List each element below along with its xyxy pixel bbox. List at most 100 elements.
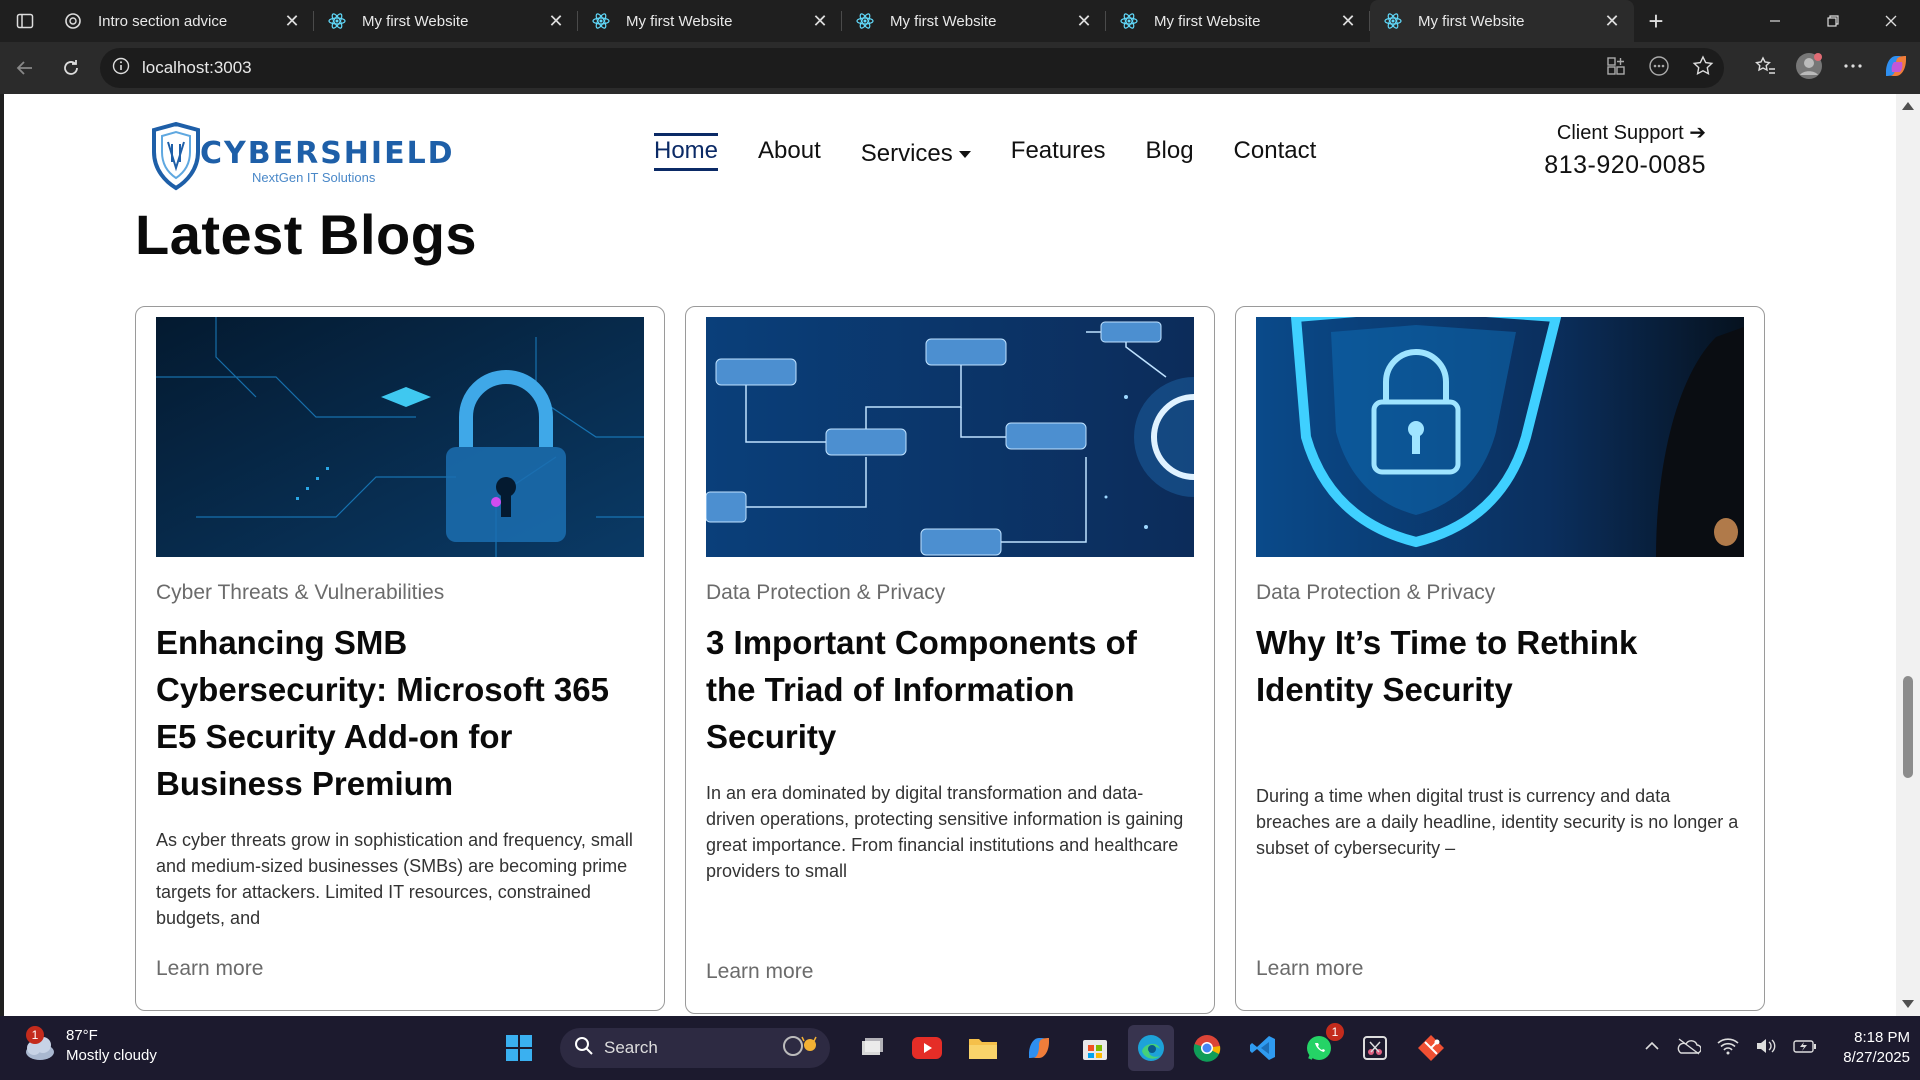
learn-more-link[interactable]: Learn more [156, 957, 263, 981]
youtube-icon[interactable] [904, 1025, 950, 1071]
blog-title[interactable]: Enhancing SMB Cybersecurity: Microsoft 3… [156, 619, 636, 807]
wifi-icon[interactable] [1717, 1037, 1739, 1060]
blog-excerpt: As cyber threats grow in sophistication … [156, 830, 633, 928]
nav-features[interactable]: Features [1011, 137, 1106, 165]
blog-card[interactable]: Data Protection & Privacy Why It’s Time … [1235, 306, 1765, 1011]
reading-view-icon[interactable] [1648, 55, 1670, 82]
learn-more-link[interactable]: Learn more [1256, 957, 1363, 981]
tab-title: My first Website [362, 12, 469, 30]
restore-icon[interactable] [1804, 0, 1862, 42]
nav-contact[interactable]: Contact [1234, 137, 1317, 165]
whatsapp-icon[interactable]: 1 [1296, 1023, 1344, 1071]
react-icon [1120, 12, 1138, 30]
minimize-icon[interactable] [1746, 0, 1804, 42]
more-options-icon[interactable] [1842, 55, 1864, 82]
blog-category: Data Protection & Privacy [706, 581, 946, 604]
back-icon[interactable] [2, 45, 48, 91]
blog-category: Cyber Threats & Vulnerabilities [156, 581, 445, 604]
onedrive-icon[interactable] [1677, 1037, 1702, 1060]
favorites-icon[interactable] [1754, 55, 1776, 82]
nav-home[interactable]: Home [654, 133, 719, 171]
arrow-right-icon: ➔ [1689, 122, 1706, 144]
support-label: Client Support [1556, 122, 1684, 144]
favorite-star-icon[interactable] [1692, 54, 1714, 82]
site-info-icon[interactable] [112, 57, 130, 80]
caret-down-icon [958, 151, 971, 159]
blog-title[interactable]: 3 Important Components of the Triad of I… [706, 619, 1186, 760]
weather-temp: 87°F [66, 1027, 98, 1044]
window-close-icon[interactable] [1862, 0, 1920, 42]
clock-time: 8:18 PM [1854, 1029, 1910, 1046]
address-bar[interactable]: localhost:3003 [100, 48, 1724, 88]
blog-card[interactable]: Data Protection & Privacy 3 Important Co… [685, 306, 1215, 1014]
browser-tab[interactable]: My first Website ✕ [578, 0, 842, 42]
browser-tab[interactable]: My first Website ✕ [1106, 0, 1370, 42]
file-explorer-icon[interactable] [960, 1025, 1006, 1071]
close-icon[interactable]: ✕ [1602, 11, 1622, 31]
react-icon [856, 12, 874, 30]
browser-tab-bar: Intro section advice ✕ My first Website … [0, 0, 1920, 42]
logo-wordmark: CYBERSHIELD [200, 136, 455, 171]
copilot-app-icon[interactable] [1016, 1025, 1062, 1071]
battery-icon[interactable] [1793, 1037, 1817, 1060]
close-icon[interactable]: ✕ [282, 11, 302, 31]
browser-tab[interactable]: My first Website ✕ [842, 0, 1106, 42]
system-clock[interactable]: 8:18 PM 8/27/2025 [1843, 1028, 1910, 1068]
chrome-icon[interactable] [1184, 1025, 1230, 1071]
learn-more-link[interactable]: Learn more [706, 960, 813, 984]
weather-badge: 1 [26, 1026, 44, 1044]
nav-about[interactable]: About [758, 137, 821, 165]
blog-image-network-locks[interactable] [706, 317, 1194, 557]
react-icon [1384, 12, 1402, 30]
copilot-icon[interactable] [1882, 52, 1910, 85]
client-support[interactable]: Client Support ➔ 813-920-0085 [1544, 120, 1706, 180]
blog-title[interactable]: Why It’s Time to Rethink Identity Securi… [1256, 619, 1736, 713]
nav-blog[interactable]: Blog [1146, 137, 1194, 165]
support-phone[interactable]: 813-920-0085 [1544, 151, 1706, 180]
profile-avatar-icon[interactable] [1794, 51, 1824, 86]
chatgpt-icon [64, 12, 82, 30]
taskbar-search[interactable]: Search [560, 1028, 830, 1068]
system-tray: 8:18 PM 8/27/2025 [1643, 1016, 1910, 1080]
window-controls [1746, 0, 1920, 42]
app-available-icon[interactable] [1606, 56, 1626, 81]
browser-tab-active[interactable]: My first Website ✕ [1370, 0, 1634, 42]
clock-date: 8/27/2025 [1843, 1049, 1910, 1066]
chevron-up-icon[interactable] [1643, 1037, 1661, 1060]
close-icon[interactable]: ✕ [1074, 11, 1094, 31]
windows-start-icon[interactable] [496, 1025, 542, 1071]
task-view-icon[interactable] [848, 1025, 894, 1071]
page-viewport: CYBERSHIELD NextGen IT Solutions Home Ab… [4, 94, 1896, 1016]
nav-services[interactable]: Services [861, 140, 971, 168]
vscode-icon[interactable] [1240, 1025, 1286, 1071]
tab-title: My first Website [1418, 12, 1525, 30]
edge-icon[interactable] [1128, 1025, 1174, 1071]
blog-image-padlock[interactable] [156, 317, 644, 557]
blog-image-shield-lock[interactable] [1256, 317, 1744, 557]
scroll-down-icon[interactable] [1902, 1000, 1914, 1008]
scroll-up-icon[interactable] [1902, 102, 1914, 110]
react-icon [592, 12, 610, 30]
site-logo[interactable]: CYBERSHIELD NextGen IT Solutions [150, 121, 453, 192]
browser-tab[interactable]: My first Website ✕ [314, 0, 578, 42]
search-icon [574, 1036, 594, 1061]
whatsapp-badge: 1 [1326, 1023, 1344, 1041]
scrollbar-thumb[interactable] [1903, 676, 1913, 778]
snipping-tool-icon[interactable] [1352, 1025, 1398, 1071]
microsoft-store-icon[interactable] [1072, 1025, 1118, 1071]
close-icon[interactable]: ✕ [546, 11, 566, 31]
close-icon[interactable]: ✕ [810, 11, 830, 31]
weather-widget[interactable]: 1 87°F Mostly cloudy [20, 1026, 157, 1066]
blog-card[interactable]: Cyber Threats & Vulnerabilities Enhancin… [135, 306, 665, 1011]
url-text[interactable]: localhost:3003 [142, 58, 252, 78]
git-app-icon[interactable] [1408, 1025, 1454, 1071]
volume-icon[interactable] [1755, 1037, 1777, 1060]
blog-excerpt: During a time when digital trust is curr… [1256, 786, 1739, 858]
reload-icon[interactable] [48, 45, 94, 91]
sidebar-toggle-icon[interactable] [0, 0, 50, 42]
new-tab-icon[interactable]: + [1634, 0, 1678, 42]
page-scrollbar[interactable] [1896, 94, 1920, 1016]
browser-tab[interactable]: Intro section advice ✕ [50, 0, 314, 42]
cloud-icon: 1 [20, 1026, 56, 1062]
close-icon[interactable]: ✕ [1338, 11, 1358, 31]
